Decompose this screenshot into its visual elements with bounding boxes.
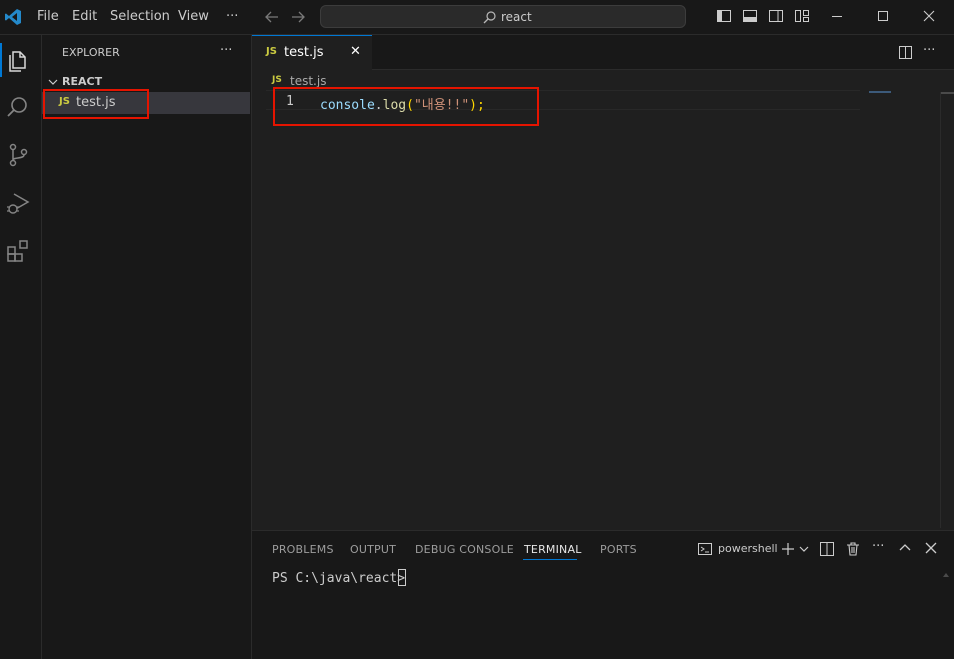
terminal-cursor (398, 569, 406, 586)
highlight-box-code (273, 87, 539, 126)
scrollbar-thumb[interactable] (941, 92, 954, 94)
breadcrumb-file[interactable]: test.js (290, 74, 326, 88)
active-indicator (0, 43, 2, 77)
command-center-search[interactable]: react (320, 5, 686, 28)
search-icon (483, 10, 497, 24)
js-file-icon: JS (272, 75, 282, 85)
tab-terminal[interactable]: TERMINAL (524, 543, 582, 556)
bottom-panel: PROBLEMS OUTPUT DEBUG CONSOLE TERMINAL P… (252, 530, 954, 659)
menu-view[interactable]: View (178, 9, 209, 24)
search-icon[interactable] (5, 94, 31, 120)
panel-more-button[interactable]: ··· (872, 539, 884, 554)
extensions-icon[interactable] (5, 238, 31, 264)
chevron-down-icon (47, 76, 59, 88)
activity-bar (0, 35, 42, 659)
tab-debug-console[interactable]: DEBUG CONSOLE (415, 543, 514, 556)
prompt-text: PS C:\java\react> (272, 571, 413, 586)
active-tab-underline (523, 559, 577, 560)
chevron-up-icon[interactable] (898, 541, 912, 555)
tab-output[interactable]: OUTPUT (350, 543, 396, 556)
back-arrow-icon[interactable] (265, 10, 279, 24)
minimap[interactable] (869, 91, 891, 93)
menu-edit[interactable]: Edit (72, 9, 97, 24)
menu-file[interactable]: File (37, 9, 59, 24)
chevron-down-icon[interactable] (798, 543, 810, 555)
minimize-icon[interactable] (829, 8, 847, 26)
explorer-icon[interactable] (5, 47, 31, 73)
maximize-icon[interactable] (875, 8, 893, 26)
search-label: react (501, 10, 532, 24)
menu-selection[interactable]: Selection (110, 9, 170, 24)
tab-problems[interactable]: PROBLEMS (272, 543, 334, 556)
tab-close-icon[interactable]: ✕ (350, 44, 361, 59)
forward-arrow-icon[interactable] (291, 10, 305, 24)
tab-ports[interactable]: PORTS (600, 543, 637, 556)
terminal-icon (697, 541, 713, 557)
split-terminal-icon[interactable] (819, 541, 835, 557)
trash-icon[interactable] (845, 541, 861, 557)
split-editor-icon[interactable] (898, 45, 913, 60)
editor-more-button[interactable]: ··· (923, 43, 935, 58)
vscode-logo-icon[interactable] (4, 8, 22, 26)
vertical-scrollbar[interactable] (940, 92, 954, 528)
close-window-icon[interactable] (921, 8, 939, 26)
customize-layout-icon[interactable] (794, 8, 812, 26)
run-and-debug-icon[interactable] (5, 190, 31, 216)
editor-tab-bar: JS test.js ✕ ··· (252, 35, 954, 70)
explorer-title: EXPLORER (62, 46, 120, 59)
highlight-box-file (43, 89, 149, 119)
js-file-icon: JS (266, 46, 277, 57)
title-bar: File Edit Selection View ··· react (0, 0, 954, 35)
menu-more[interactable]: ··· (226, 9, 238, 24)
folder-name: REACT (62, 75, 103, 88)
toggle-primary-sidebar-icon[interactable] (716, 8, 734, 26)
new-terminal-icon[interactable] (780, 541, 796, 557)
scroll-up-arrow-icon[interactable] (942, 571, 950, 579)
terminal-shell-name[interactable]: powershell (718, 542, 778, 555)
toggle-secondary-sidebar-icon[interactable] (768, 8, 786, 26)
tab-test-js[interactable]: JS test.js ✕ (252, 35, 372, 70)
explorer-more-button[interactable]: ··· (220, 43, 232, 58)
source-control-icon[interactable] (5, 142, 31, 168)
terminal-prompt[interactable]: PS C:\java\react> (272, 571, 413, 586)
editor-content[interactable]: 1 console.log("내용!!"); (252, 90, 954, 530)
tab-label: test.js (284, 45, 324, 60)
explorer-sidebar: EXPLORER ··· REACT JS test.js (42, 35, 252, 659)
toggle-panel-icon[interactable] (742, 8, 760, 26)
close-panel-icon[interactable] (924, 541, 938, 555)
